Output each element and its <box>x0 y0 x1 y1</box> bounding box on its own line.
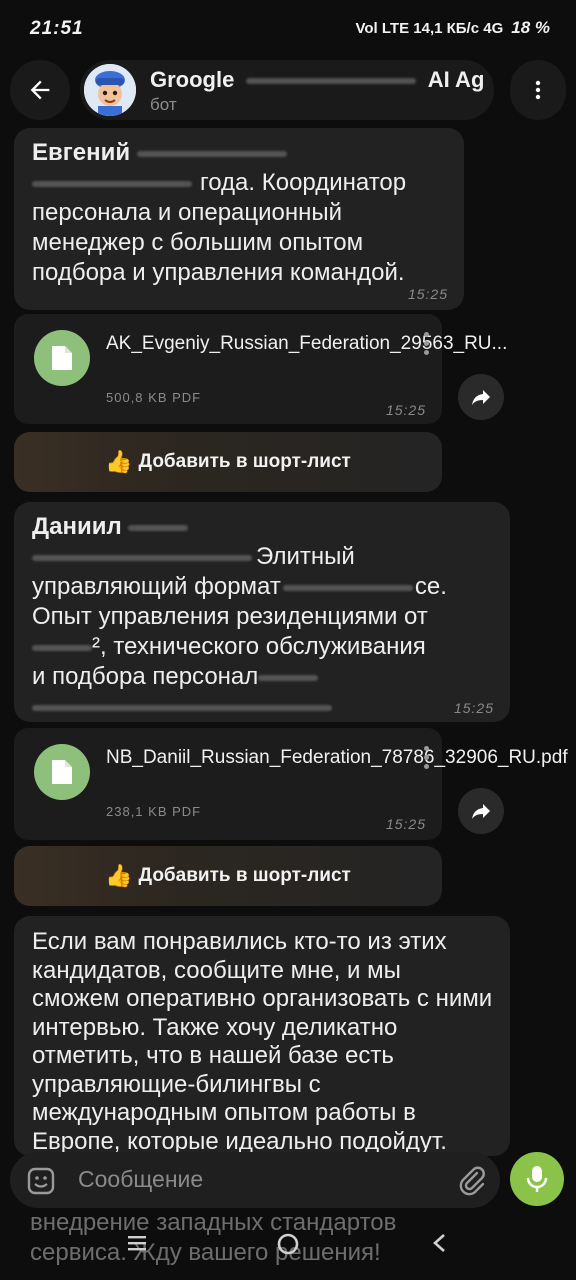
file-attachment[interactable]: AK_Evgeniy_Russian_Federation_29563_RU..… <box>14 314 508 424</box>
back-nav-icon[interactable] <box>430 1232 450 1254</box>
message-author: Даниил <box>32 513 122 540</box>
paperclip-icon[interactable] <box>456 1164 488 1196</box>
avatar <box>84 64 136 116</box>
status-time: 21:51 <box>30 18 84 39</box>
message-input-bar[interactable]: Сообщение <box>10 1152 500 1208</box>
more-options-button[interactable] <box>510 60 566 120</box>
mic-icon <box>526 1166 548 1192</box>
back-button[interactable] <box>10 60 70 120</box>
arrow-left-icon <box>30 80 50 100</box>
message-time: 15:25 <box>385 402 426 418</box>
file-attachment[interactable]: NB_Daniil_Russian_Federation_78786_32906… <box>14 728 568 840</box>
message-input[interactable]: Сообщение <box>78 1166 203 1193</box>
file-options-icon[interactable] <box>424 746 430 773</box>
status-bar: 21:51 Vol LTE 14,1 КБ/с 4G 18 % <box>0 0 576 56</box>
system-nav-bar <box>0 1226 576 1280</box>
file-size: 238,1 KB PDF <box>106 804 202 819</box>
message-text: Если вам понравились кто-то из этих канд… <box>32 928 493 1155</box>
message-bubble[interactable]: Если вам понравились кто-то из этих канд… <box>14 916 510 1156</box>
thumbs-up-icon: 👍 <box>105 449 133 474</box>
share-button[interactable] <box>458 788 504 834</box>
network-status: Vol LTE 14,1 КБ/с 4G <box>355 19 504 37</box>
message-bubble[interactable]: Даниил Элитный управляющий формат ce. Опы… <box>14 502 510 722</box>
file-icon <box>34 330 90 386</box>
file-name: NB_Daniil_Russian_Federation_78786_32906… <box>106 747 568 768</box>
message-bubble[interactable]: Евгений года. Координатор персонала и оп… <box>14 128 464 310</box>
recent-apps-icon[interactable] <box>126 1232 148 1254</box>
add-to-shortlist-button[interactable]: 👍 Добавить в шорт-лист <box>14 432 442 492</box>
voice-record-button[interactable] <box>510 1152 564 1206</box>
file-size: 500,8 KB PDF <box>106 390 202 405</box>
add-to-shortlist-button[interactable]: 👍 Добавить в шорт-лист <box>14 846 442 906</box>
thumbs-up-icon: 👍 <box>105 863 133 888</box>
share-icon <box>472 390 490 405</box>
chat-subtitle: бот <box>150 95 177 114</box>
home-icon[interactable] <box>276 1232 300 1256</box>
share-icon <box>472 804 490 819</box>
message-time: 15:25 <box>407 286 448 302</box>
share-button[interactable] <box>458 374 504 420</box>
chat-header[interactable]: Groogle AI Age бот <box>80 60 494 120</box>
chat-title: Groogle AI Age <box>150 67 485 92</box>
battery-level: 18 % <box>511 18 550 37</box>
file-name: AK_Evgeniy_Russian_Federation_29563_RU..… <box>106 333 508 354</box>
file-options-icon[interactable] <box>424 332 430 359</box>
message-time: 15:25 <box>453 700 494 716</box>
more-vert-icon <box>535 80 541 100</box>
emoji-icon[interactable] <box>26 1166 56 1196</box>
message-time: 15:25 <box>385 816 426 832</box>
message-author: Евгений <box>32 139 131 166</box>
file-icon <box>34 744 90 800</box>
